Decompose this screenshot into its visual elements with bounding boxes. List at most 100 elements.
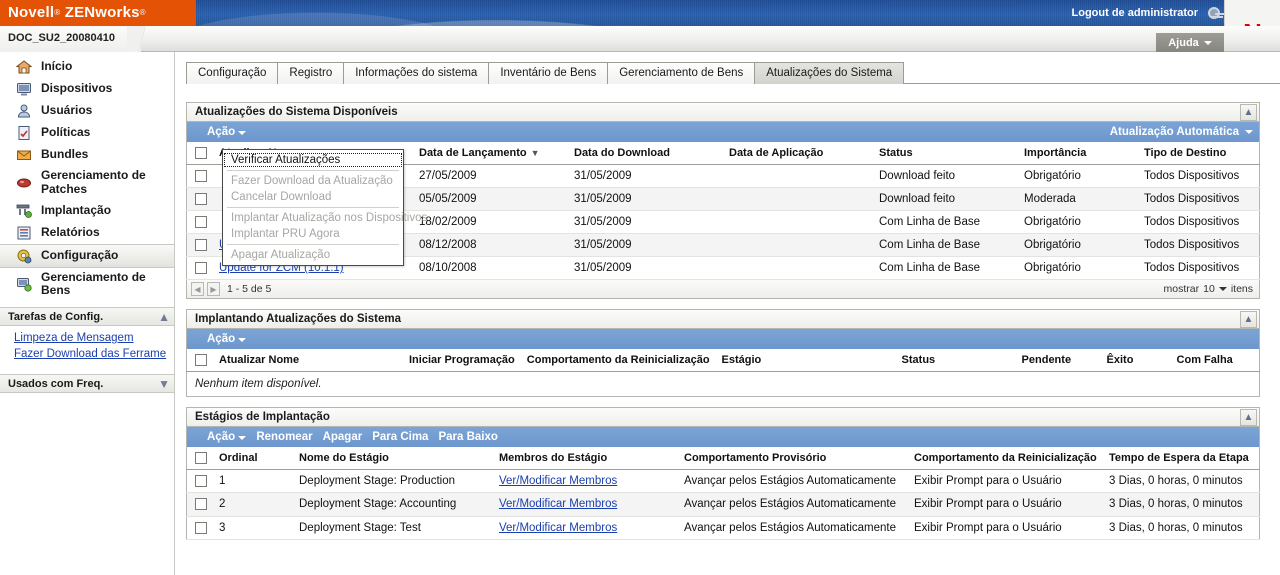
select-all-checkbox[interactable]: [195, 452, 207, 465]
view-modify-members-link[interactable]: Ver/Modificar Membros: [499, 522, 617, 534]
tab-configuracao[interactable]: Configuração: [186, 62, 279, 84]
collapse-icon[interactable]: ▲: [1240, 408, 1257, 426]
sidebar-link-limpeza-de-mensagem[interactable]: Limpeza de Mensagem: [14, 330, 174, 346]
row-checkbox[interactable]: [195, 239, 207, 252]
table-row[interactable]: 1 Deployment Stage: Production Ver/Modif…: [186, 469, 1260, 494]
col-ordinal[interactable]: Ordinal: [213, 447, 293, 471]
tab-registro[interactable]: Registro: [277, 62, 345, 84]
action-menu-button[interactable]: Ação: [207, 431, 247, 443]
policy-icon: [16, 125, 32, 141]
col-comportamento-da-reinicializacao[interactable]: Comportamento da Reinicialização: [908, 447, 1103, 471]
view-modify-members-link[interactable]: Ver/Modificar Membros: [499, 498, 617, 510]
pager-page-size[interactable]: 10: [1203, 283, 1215, 295]
col-atualizar-nome[interactable]: Atualizar Nome: [213, 349, 403, 373]
sidebar-link-fazer-download-das-ferramentas[interactable]: Fazer Download das Ferrame: [14, 346, 174, 362]
cell-download-date: 31/05/2009: [568, 164, 723, 189]
cell-provisional: Avançar pelos Estágios Automaticamente: [678, 469, 908, 494]
cell-status: Download feito: [873, 164, 1018, 189]
previous-page-button[interactable]: ◀: [191, 282, 204, 297]
next-page-button[interactable]: ▶: [207, 282, 220, 297]
cell-stage-name: Deployment Stage: Production: [293, 469, 493, 494]
cell-reboot: Exibir Prompt para o Usuário: [908, 492, 1103, 517]
col-data-do-download[interactable]: Data do Download: [568, 142, 723, 166]
col-data-de-lancamento[interactable]: Data de Lançamento ▼: [413, 142, 568, 166]
cell-status: Download feito: [873, 187, 1018, 212]
chevron-down-icon[interactable]: [1218, 287, 1227, 292]
sidebar-item-inicio[interactable]: Início: [0, 56, 174, 78]
menu-separator: [227, 207, 399, 208]
row-checkbox[interactable]: [195, 498, 207, 511]
collapse-icon[interactable]: ▲: [1240, 310, 1257, 328]
tab-gerenciamento-de-bens[interactable]: Gerenciamento de Bens: [607, 62, 756, 84]
cell-ordinal: 1: [213, 469, 293, 494]
move-up-button[interactable]: Para Cima: [372, 431, 428, 443]
sidebar-item-usuarios[interactable]: Usuários: [0, 100, 174, 122]
main-tab-bar: Configuração Registro Informações do sis…: [186, 62, 1280, 84]
sidebar-section-usados-com-freq[interactable]: Usados com Freq. ▼: [0, 374, 174, 394]
table-row[interactable]: 3 Deployment Stage: Test Ver/Modificar M…: [186, 516, 1260, 540]
row-checkbox[interactable]: [195, 216, 207, 229]
col-importancia[interactable]: Importância: [1018, 142, 1138, 166]
sidebar-item-configuracao[interactable]: Configuração: [0, 243, 174, 268]
col-iniciar-programacao[interactable]: Iniciar Programação: [403, 349, 521, 373]
sidebar-item-gerenciamento-de-patches[interactable]: Gerenciamento de Patches: [0, 166, 174, 200]
chevron-up-icon[interactable]: ▲: [158, 310, 170, 324]
sidebar-item-politicas[interactable]: Políticas: [0, 122, 174, 144]
action-menu-button[interactable]: Ação: [207, 333, 247, 345]
cell-applied-date: [723, 187, 873, 212]
sidebar-item-implantacao[interactable]: Implantação: [0, 200, 174, 222]
row-checkbox[interactable]: [195, 521, 207, 534]
menu-item-implantar-atualizacao-nos-dispositivos: Implantar Atualização nos Dispositivos: [231, 212, 428, 224]
table-row[interactable]: 2 Deployment Stage: Accounting Ver/Modif…: [186, 492, 1260, 517]
col-tipo-de-destino[interactable]: Tipo de Destino: [1138, 142, 1260, 166]
sidebar-item-gerenciamento-de-bens[interactable]: Gerenciamento de Bens: [0, 268, 174, 302]
view-modify-members-link[interactable]: Ver/Modificar Membros: [499, 475, 617, 487]
menu-item-verificar-atualizacoes[interactable]: Verificar Atualizações: [223, 152, 403, 168]
sidebar-item-relatorios[interactable]: Relatórios: [0, 222, 174, 244]
sidebar-item-bundles[interactable]: Bundles: [0, 144, 174, 166]
col-exito[interactable]: Êxito: [1100, 349, 1171, 373]
cell-status: Com Linha de Base: [873, 210, 1018, 235]
collapse-icon[interactable]: ▲: [1240, 103, 1257, 121]
col-data-de-aplicacao[interactable]: Data de Aplicação: [723, 142, 873, 166]
sidebar: Início Dispositivos Usuários Políticas B: [0, 52, 175, 575]
help-button[interactable]: Ajuda: [1156, 33, 1224, 52]
sidebar-section-links: Limpeza de Mensagem Fazer Download das F…: [0, 326, 174, 368]
row-checkbox[interactable]: [195, 475, 207, 488]
key-icon[interactable]: [1208, 5, 1224, 21]
select-all-checkbox[interactable]: [195, 354, 207, 367]
col-comportamento-provisorio[interactable]: Comportamento Provisório: [678, 447, 908, 471]
col-com-falha[interactable]: Com Falha: [1170, 349, 1260, 373]
tab-informacoes-do-sistema[interactable]: Informações do sistema: [343, 62, 490, 84]
col-membros-do-estagio[interactable]: Membros do Estágio: [493, 447, 678, 471]
panel-title: Atualizações do Sistema Disponíveis: [195, 106, 398, 118]
tab-atualizacoes-do-sistema[interactable]: Atualizações do Sistema: [754, 62, 905, 84]
logout-link[interactable]: Logout de administrator: [1072, 7, 1199, 19]
select-all-checkbox[interactable]: [195, 147, 207, 160]
col-status[interactable]: Status: [895, 349, 1016, 373]
col-nome-do-estagio[interactable]: Nome do Estágio: [293, 447, 493, 471]
row-checkbox[interactable]: [195, 193, 207, 206]
action-menu-button[interactable]: Ação: [207, 126, 247, 138]
row-checkbox[interactable]: [195, 170, 207, 183]
action-dropdown-menu[interactable]: Verificar Atualizações Fazer Download da…: [222, 149, 428, 266]
row-checkbox[interactable]: [195, 262, 207, 275]
table-header-row: Atualizar Nome Iniciar Programação Compo…: [186, 349, 1260, 373]
sort-descending-icon: ▼: [530, 148, 540, 159]
tab-inventario-de-bens[interactable]: Inventário de Bens: [488, 62, 609, 84]
col-pendente[interactable]: Pendente: [1015, 349, 1101, 373]
cell-importance: Obrigatório: [1018, 164, 1138, 189]
chevron-down-icon[interactable]: ▼: [158, 377, 170, 391]
col-tempo-de-espera-da-etapa[interactable]: Tempo de Espera da Etapa: [1103, 447, 1260, 471]
col-estagio[interactable]: Estágio: [715, 349, 896, 373]
auto-update-button[interactable]: Atualização Automática: [1110, 126, 1253, 138]
sidebar-item-dispositivos[interactable]: Dispositivos: [0, 78, 174, 100]
move-down-button[interactable]: Para Baixo: [438, 431, 497, 443]
cell-importance: Obrigatório: [1018, 210, 1138, 235]
col-status[interactable]: Status: [873, 142, 1018, 166]
col-comportamento-da-reinicializacao[interactable]: Comportamento da Reinicialização: [520, 349, 716, 373]
delete-button[interactable]: Apagar: [323, 431, 363, 443]
sidebar-item-label: Início: [41, 59, 73, 74]
rename-button[interactable]: Renomear: [256, 431, 312, 443]
sidebar-section-tarefas-de-config[interactable]: Tarefas de Config. ▲: [0, 307, 174, 327]
